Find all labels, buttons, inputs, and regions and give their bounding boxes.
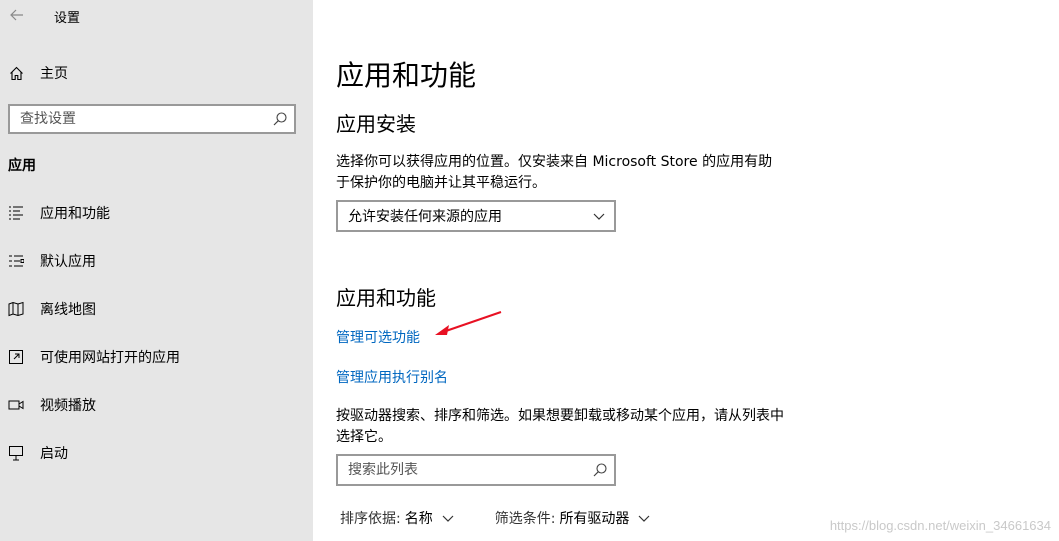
startup-icon bbox=[7, 444, 25, 462]
sidebar: 设置 主页 应用 应用和功能 默认应用 离线地图 可使用网站打开的应用 bbox=[0, 0, 313, 541]
filter-by-dropdown[interactable]: 筛选条件: 所有驱动器 bbox=[495, 508, 652, 528]
default-apps-icon bbox=[7, 252, 25, 270]
features-section-description: 按驱动器搜索、排序和筛选。如果想要卸载或移动某个应用，请从列表中选择它。 bbox=[336, 408, 784, 445]
settings-search-input[interactable] bbox=[10, 111, 260, 127]
sidebar-item-label: 离线地图 bbox=[40, 302, 96, 318]
chevron-down-icon bbox=[593, 213, 605, 220]
sidebar-item-apps-for-websites[interactable]: 可使用网站打开的应用 bbox=[0, 339, 313, 375]
filter-by-label: 筛选条件: bbox=[494, 511, 556, 527]
sidebar-item-offline-maps[interactable]: 离线地图 bbox=[0, 291, 313, 327]
features-section-heading: 应用和功能 bbox=[336, 286, 436, 310]
sidebar-item-label: 可使用网站打开的应用 bbox=[40, 350, 180, 366]
app-list-search-box[interactable] bbox=[336, 454, 616, 486]
sidebar-item-label: 默认应用 bbox=[40, 254, 96, 270]
annotation-arrow-icon bbox=[435, 311, 502, 335]
open-in-icon bbox=[7, 348, 25, 366]
manage-app-execution-aliases-link[interactable]: 管理应用执行别名 bbox=[336, 367, 448, 387]
install-source-dropdown[interactable]: 允许安装任何来源的应用 bbox=[336, 200, 616, 232]
main-content: 应用和功能 应用安装 选择你可以获得应用的位置。仅安装来自 Microsoft … bbox=[313, 0, 1059, 541]
watermark: https://blog.csdn.net/weixin_34661634 bbox=[829, 518, 1051, 533]
chevron-down-icon bbox=[639, 515, 650, 522]
title-bar: 设置 bbox=[0, 0, 313, 32]
sidebar-item-default-apps[interactable]: 默认应用 bbox=[0, 243, 313, 279]
search-icon[interactable] bbox=[272, 111, 288, 127]
sidebar-section-label: 应用 bbox=[8, 158, 36, 174]
sidebar-item-label: 应用和功能 bbox=[40, 206, 110, 222]
manage-optional-features-link[interactable]: 管理可选功能 bbox=[336, 327, 420, 347]
back-arrow-icon bbox=[10, 9, 23, 21]
install-section-description: 选择你可以获得应用的位置。仅安装来自 Microsoft Store 的应用有助… bbox=[336, 154, 773, 191]
sort-by-label: 排序依据: bbox=[340, 511, 401, 527]
dropdown-value: 允许安装任何来源的应用 bbox=[348, 209, 502, 225]
home-icon bbox=[8, 65, 25, 82]
sidebar-item-label: 启动 bbox=[40, 446, 68, 462]
home-label: 主页 bbox=[40, 66, 68, 82]
sidebar-item-startup[interactable]: 启动 bbox=[0, 435, 313, 471]
sort-by-value: 名称 bbox=[404, 511, 433, 527]
page-title: 应用和功能 bbox=[336, 59, 477, 92]
back-button[interactable] bbox=[6, 4, 28, 26]
sort-by-dropdown[interactable]: 排序依据: 名称 bbox=[340, 508, 455, 528]
install-section-heading: 应用安装 bbox=[336, 112, 416, 136]
chevron-down-icon bbox=[442, 515, 454, 522]
app-list-search-input[interactable] bbox=[338, 462, 578, 478]
sidebar-item-video-playback[interactable]: 视频播放 bbox=[0, 387, 313, 423]
filter-by-value: 所有驱动器 bbox=[559, 511, 630, 527]
video-icon bbox=[7, 396, 25, 414]
search-icon[interactable] bbox=[592, 462, 608, 478]
sidebar-home[interactable]: 主页 bbox=[0, 56, 313, 90]
sidebar-item-label: 视频播放 bbox=[40, 398, 96, 414]
window-title: 设置 bbox=[54, 11, 81, 26]
settings-search-box[interactable] bbox=[8, 104, 296, 134]
list-icon bbox=[7, 204, 25, 222]
sort-filter-row: 排序依据: 名称 筛选条件: 所有驱动器 bbox=[340, 508, 691, 528]
sidebar-item-apps-features[interactable]: 应用和功能 bbox=[0, 195, 313, 231]
map-icon bbox=[7, 300, 25, 318]
